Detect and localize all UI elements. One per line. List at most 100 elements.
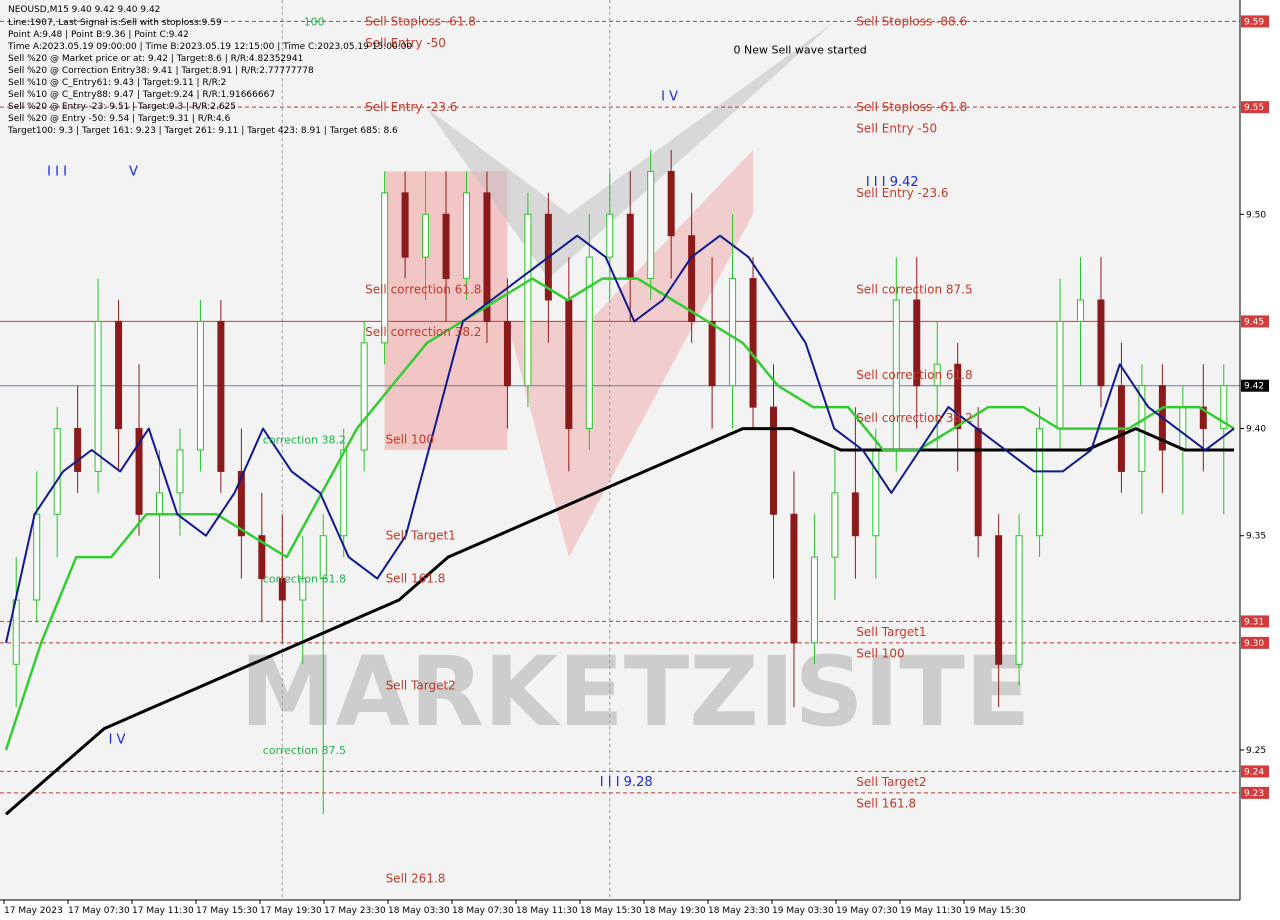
candle-body xyxy=(565,299,573,430)
candle-body xyxy=(340,449,348,537)
chart-annotation: Sell correction 38.2 xyxy=(856,411,972,425)
chart-annotation: Sell correction 87.5 xyxy=(856,282,972,296)
x-tick-label: 17 May 11:30 xyxy=(132,906,194,916)
chart-annotation: Sell 161.8 xyxy=(856,797,916,811)
candle-body xyxy=(442,213,450,280)
x-tick-label: 19 May 07:30 xyxy=(836,906,898,916)
candle-body xyxy=(360,342,368,451)
candle-body xyxy=(974,428,982,537)
x-tick-label: 17 May 2023 xyxy=(4,906,63,916)
info-line: Target100: 9.3 | Target 161: 9.23 | Targ… xyxy=(7,126,398,136)
info-line: Sell %20 @ Entry -23: 9.51 | Target:9.3 … xyxy=(8,102,236,112)
chart-annotation: Sell Stoploss -88.6 xyxy=(856,14,967,28)
candle-body xyxy=(94,320,102,472)
symbol-line: NEOUSD,M15 9.40 9.42 9.40 9.42 xyxy=(8,5,160,15)
info-line: Line:1907, Last Signal is:Sell with stop… xyxy=(8,18,222,28)
y-tick-label: 9.25 xyxy=(1246,746,1266,756)
watermark-text: MARKETZISITE xyxy=(240,636,1030,748)
price-line-value: 9.24 xyxy=(1244,767,1264,777)
info-line: Sell %20 @ Market price or at: 9.42 | Ta… xyxy=(8,54,303,64)
candle-body xyxy=(872,449,880,537)
candle-body xyxy=(74,428,82,472)
price-line-value: 9.30 xyxy=(1244,639,1264,649)
chart-annotation: Sell 100 xyxy=(856,647,904,661)
x-tick-label: 17 May 19:30 xyxy=(260,906,322,916)
candle-body xyxy=(33,513,41,601)
candle-body xyxy=(995,535,1003,665)
candle-body xyxy=(626,213,634,280)
y-tick-label: 9.50 xyxy=(1246,210,1266,220)
candle-body xyxy=(401,192,409,258)
candle-body xyxy=(463,192,470,280)
wave-label: I I I xyxy=(47,164,67,179)
candle-body xyxy=(831,492,839,558)
chart-annotation: correction 61.8 xyxy=(263,573,346,586)
candle-body xyxy=(708,320,716,387)
chart-annotation: correction 87.5 xyxy=(263,744,346,757)
info-line: Sell %10 @ C_Entry88: 9.47 | Target:9.24… xyxy=(8,90,275,100)
price-line-value: 9.23 xyxy=(1244,789,1264,799)
chart-annotation: Sell Stoploss -61.8 xyxy=(365,14,476,28)
info-line: Time A:2023.05.19 09:00:00 | Time B:2023… xyxy=(7,42,412,52)
candle-body xyxy=(647,170,655,280)
chart-annotation: Sell 261.8 xyxy=(386,872,446,886)
info-line: Sell %20 @ Entry -50: 9.54 | Target:9.31… xyxy=(8,114,231,124)
x-tick-label: 17 May 23:30 xyxy=(324,906,386,916)
price-chart: MARKETZISITE Sell Stoploss -61.8 Sell Ent… xyxy=(0,0,1280,920)
candle-body xyxy=(851,492,859,537)
chart-annotation: Sell correction 38.2 xyxy=(365,325,481,339)
candle-body xyxy=(115,320,123,430)
x-tick-label: 18 May 03:30 xyxy=(388,906,450,916)
chart-annotation: Sell 161.8 xyxy=(386,572,446,586)
x-tick-label: 18 May 23:30 xyxy=(708,906,770,916)
candle-body xyxy=(790,513,798,644)
chart-annotation: Sell Stoploss -61.8 xyxy=(856,100,967,114)
x-tick-label: 18 May 15:30 xyxy=(580,906,642,916)
candle-body xyxy=(729,278,737,387)
candle-body xyxy=(585,256,593,430)
chart-annotation: 0 New Sell wave started xyxy=(734,43,867,56)
candle-body xyxy=(667,170,675,237)
candle-body xyxy=(422,213,430,258)
candle-body xyxy=(156,492,163,515)
watermark-layer: MARKETZISITE xyxy=(240,636,1030,748)
candle-body xyxy=(1056,320,1064,430)
x-tick-label: 17 May 15:30 xyxy=(196,906,258,916)
candle-body xyxy=(1179,406,1187,451)
candle-body xyxy=(196,320,204,451)
candle-body xyxy=(1097,299,1105,387)
chart-annotation: Sell correction 61.8 xyxy=(365,282,481,296)
chart-annotation: Sell correction 61.8 xyxy=(856,368,972,382)
chart-annotation: Sell Target1 xyxy=(386,529,456,543)
price-line-value: 9.42 xyxy=(1244,382,1264,392)
candle-body xyxy=(1036,428,1044,537)
info-line: Point A:9.48 | Point B:9.36 | Point C:9.… xyxy=(8,30,189,40)
candle-body xyxy=(503,320,511,387)
chart-annotation: Sell Entry -23.6 xyxy=(365,100,457,114)
candle-body xyxy=(176,449,184,494)
candle-body xyxy=(606,213,614,258)
x-tick-label: 19 May 03:30 xyxy=(772,906,834,916)
chart-annotation: Sell 100 xyxy=(386,432,434,446)
candle-body xyxy=(217,320,225,472)
price-line-value: 9.55 xyxy=(1244,103,1264,113)
x-tick-label: 18 May 07:30 xyxy=(452,906,514,916)
chart-annotation: Sell Target2 xyxy=(856,775,926,789)
wave-label: I V xyxy=(661,89,678,104)
x-tick-label: 18 May 11:30 xyxy=(516,906,578,916)
candle-body xyxy=(53,428,61,515)
x-tick-label: 18 May 19:30 xyxy=(644,906,706,916)
candle-body xyxy=(1015,535,1023,665)
candle-body xyxy=(381,192,389,344)
info-line: Sell %10 @ C_Entry61: 9.43 | Target:9.11… xyxy=(8,78,226,88)
wave-label: V xyxy=(129,164,138,179)
x-tick-label: 19 May 15:30 xyxy=(964,906,1026,916)
price-line-value: 9.31 xyxy=(1244,617,1264,627)
chart-annotation: Sell Target1 xyxy=(856,625,926,639)
y-tick-label: 9.35 xyxy=(1246,532,1266,542)
y-tick-label: 9.40 xyxy=(1246,425,1266,435)
candle-body xyxy=(810,556,818,644)
info-line: Sell %20 @ Correction Entry38: 9.41 | Ta… xyxy=(8,66,314,76)
wave-label: I V xyxy=(109,732,126,747)
wave-label: I I I 9.42 xyxy=(866,175,919,190)
